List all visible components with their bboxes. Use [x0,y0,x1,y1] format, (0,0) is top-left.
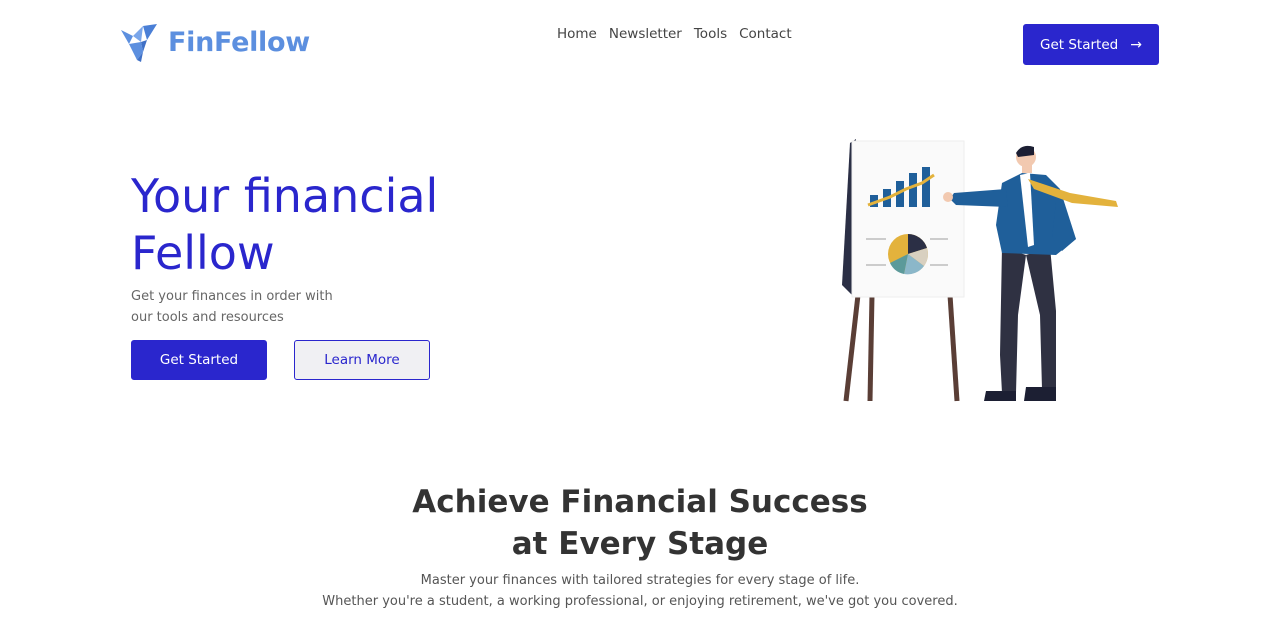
header-get-started-label: Get Started [1040,36,1119,53]
hero-subtitle-line2: our tools and resources [131,309,284,325]
presenter-with-chart-illustration [842,139,1118,402]
nav-contact[interactable]: Contact [739,26,792,42]
main-nav: Home Newsletter Tools Contact [557,26,792,42]
section-body-line2: Whether you're a student, a working prof… [322,594,958,609]
brand-name: FinFellow [168,26,310,58]
section-title: Achieve Financial Success at Every Stage [0,481,1280,565]
section-body-line1: Master your finances with tailored strat… [420,573,860,588]
site-header: FinFellow Home Newsletter Tools Contact … [0,0,1280,90]
hero-title-line1: Your financial [131,169,439,223]
nav-home[interactable]: Home [557,26,597,42]
brand-logo[interactable]: FinFellow [119,22,310,62]
nav-tools[interactable]: Tools [694,26,727,42]
hero-subtitle: Get your finances in order with our tool… [131,287,351,328]
bird-logo-icon [121,24,157,62]
hero-learn-more-button[interactable]: Learn More [294,340,430,380]
hero-get-started-button[interactable]: Get Started [131,340,267,380]
hero-title: Your financial Fellow [131,168,551,282]
nav-newsletter[interactable]: Newsletter [609,26,682,42]
section-title-line2: at Every Stage [511,526,769,562]
hero-subtitle-line1: Get your finances in order with [131,289,333,304]
section-body: Master your finances with tailored strat… [0,570,1280,612]
hero-title-line2: Fellow [131,226,275,280]
section-title-line1: Achieve Financial Success [412,484,868,520]
header-get-started-button[interactable]: Get Started → [1023,24,1159,65]
arrow-right-icon: → [1130,36,1142,53]
